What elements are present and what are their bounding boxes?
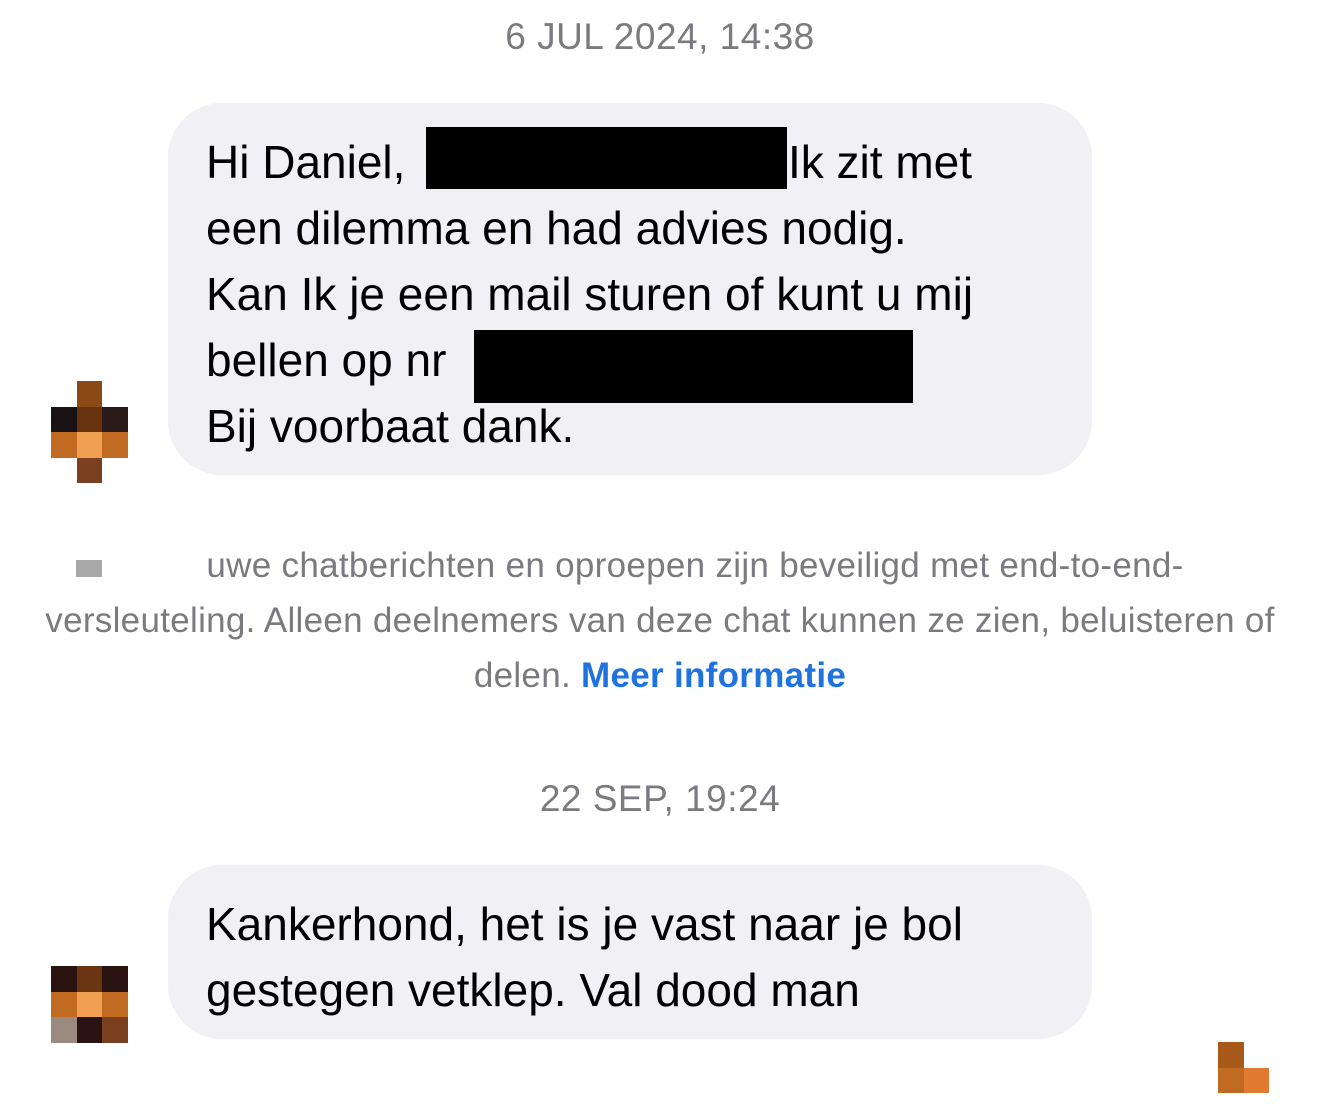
message-text: Kankerhond, het is je vast naar je bol xyxy=(206,898,963,950)
message-text: Hi Daniel, xyxy=(206,136,406,188)
message-text: Ik zit met xyxy=(788,136,973,188)
timestamp-2: 22 SEP, 19:24 xyxy=(539,778,781,819)
more-info-link[interactable]: Meer informatie xyxy=(581,656,846,695)
encryption-notice: uwe chatberichten en oproepen zijn bevei… xyxy=(40,538,1280,703)
contact-avatar[interactable] xyxy=(51,381,153,483)
message-bubble-2[interactable]: Kankerhond, het is je vast naar je bol g… xyxy=(168,865,1092,1039)
read-receipt-avatar xyxy=(1218,1042,1269,1093)
redaction-box xyxy=(426,127,787,189)
timestamp-1: 6 JUL 2024, 14:38 xyxy=(505,16,815,57)
message-text: bellen op nr xyxy=(206,334,447,386)
redaction-box xyxy=(474,330,913,403)
message-text: Kan Ik je een mail sturen of kunt u mij xyxy=(206,268,974,320)
message-text: gestegen vetklep. Val dood man xyxy=(206,964,860,1016)
message-text: een dilemma en had advies nodig. xyxy=(206,202,907,254)
contact-avatar[interactable] xyxy=(51,966,153,1043)
